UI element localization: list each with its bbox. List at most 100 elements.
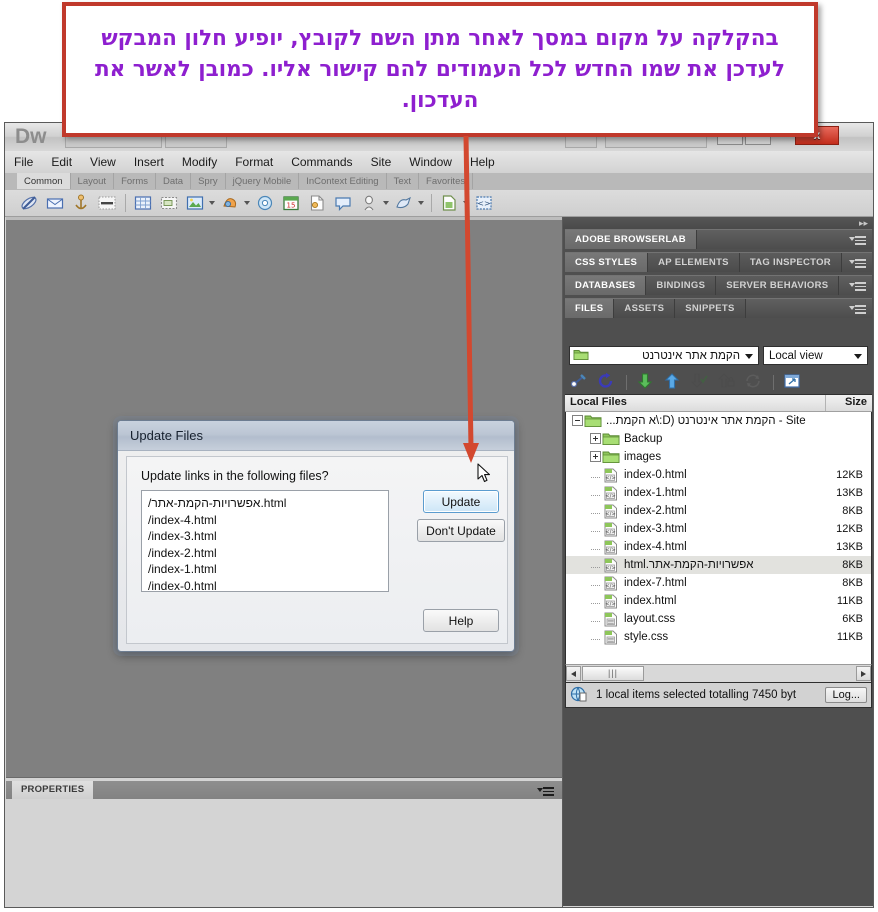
file-row[interactable]: </>index-4.html13KB — [566, 538, 871, 556]
check-out-icon[interactable] — [690, 372, 710, 392]
file-row[interactable]: </>אפשרויות-הקמת-אתר.html8KB — [566, 556, 871, 574]
chevron-down-icon[interactable] — [463, 201, 469, 205]
menu-item-file[interactable]: File — [5, 152, 42, 173]
insert-tab-data[interactable]: Data — [156, 173, 191, 189]
insert-tab-favorites[interactable]: Favorites — [419, 173, 473, 189]
table-icon[interactable] — [133, 193, 153, 213]
chevron-down-icon[interactable] — [244, 201, 250, 205]
menu-item-edit[interactable]: Edit — [42, 152, 81, 173]
named-anchor-icon[interactable] — [71, 193, 91, 213]
horizontal-rule-icon[interactable] — [97, 193, 117, 213]
log-button[interactable]: Log... — [825, 687, 867, 703]
dialog-file-item[interactable]: /index-2.html — [148, 545, 388, 562]
tab-files[interactable]: FILES — [565, 299, 614, 318]
menu-item-modify[interactable]: Modify — [173, 152, 226, 173]
column-divider[interactable] — [825, 395, 826, 411]
chevron-down-icon[interactable] — [383, 201, 389, 205]
tab-adobe-browserlab[interactable]: ADOBE BROWSERLAB — [565, 230, 697, 249]
tab-server-behaviors[interactable]: SERVER BEHAVIORS — [716, 276, 839, 295]
tab-css-styles[interactable]: CSS STYLES — [565, 253, 648, 272]
hyperlink-icon[interactable] — [19, 193, 39, 213]
file-row[interactable]: images — [566, 448, 871, 466]
email-link-icon[interactable] — [45, 193, 65, 213]
file-row[interactable]: </>index-7.html8KB — [566, 574, 871, 592]
dialog-file-item[interactable]: /index-1.html — [148, 561, 388, 578]
menu-item-commands[interactable]: Commands — [282, 152, 361, 173]
file-row[interactable]: </>index.html11KB — [566, 592, 871, 610]
menu-item-insert[interactable]: Insert — [125, 152, 173, 173]
update-button[interactable]: Update — [423, 490, 499, 513]
head-tag-icon[interactable] — [359, 193, 379, 213]
twisty-plus-icon[interactable] — [588, 451, 602, 463]
file-row[interactable]: </>index-3.html12KB — [566, 520, 871, 538]
templates-icon[interactable] — [439, 193, 459, 213]
date-icon[interactable]: 15 — [281, 193, 301, 213]
panel-options-icon[interactable] — [849, 257, 867, 268]
expand-collapse-icon[interactable] — [783, 372, 803, 392]
synchronize-icon[interactable] — [744, 372, 764, 392]
panel-options-icon[interactable] — [849, 280, 867, 291]
twisty-minus-icon[interactable] — [570, 415, 584, 427]
menu-item-help[interactable]: Help — [461, 152, 504, 173]
expand-panels-icon[interactable]: ▸▸ — [859, 219, 868, 227]
dont-update-button[interactable]: Don't Update — [417, 519, 505, 542]
tab-snippets[interactable]: SNIPPETS — [675, 299, 745, 318]
chevron-down-icon[interactable] — [418, 201, 424, 205]
site-select[interactable]: הקמת אתר אינטרנט — [569, 346, 759, 365]
menu-item-window[interactable]: Window — [400, 152, 461, 173]
panel-options-icon[interactable] — [849, 234, 867, 245]
tab-bindings[interactable]: BINDINGS — [646, 276, 716, 295]
get-files-icon[interactable] — [636, 372, 656, 392]
menu-item-view[interactable]: View — [81, 152, 125, 173]
server-side-include-icon[interactable] — [307, 193, 327, 213]
panel-options-icon[interactable] — [849, 303, 867, 314]
file-row[interactable]: </>index-0.html12KB — [566, 466, 871, 484]
insert-tab-jquery-mobile[interactable]: jQuery Mobile — [226, 173, 300, 189]
tab-databases[interactable]: DATABASES — [565, 276, 646, 295]
panel-options-icon[interactable] — [538, 785, 556, 796]
file-row[interactable]: style.css11KB — [566, 628, 871, 646]
insert-tab-common[interactable]: Common — [17, 173, 71, 189]
widget-icon[interactable] — [255, 193, 275, 213]
dialog-file-item[interactable]: /index-4.html — [148, 512, 388, 529]
insert-div-tag-icon[interactable] — [159, 193, 179, 213]
dialog-file-list[interactable]: /אפשרויות-הקמת-אתר.html/index-4.html/ind… — [141, 490, 389, 592]
scroll-right-icon[interactable] — [856, 666, 871, 681]
file-row[interactable]: Backup — [566, 430, 871, 448]
scroll-left-icon[interactable] — [566, 666, 581, 681]
file-list-hscrollbar[interactable]: ||| — [565, 664, 872, 683]
media-icon[interactable] — [220, 193, 240, 213]
refresh-icon[interactable] — [597, 372, 617, 392]
menu-item-site[interactable]: Site — [362, 152, 401, 173]
dialog-file-item[interactable]: /index-3.html — [148, 528, 388, 545]
tab-assets[interactable]: ASSETS — [614, 299, 675, 318]
scroll-thumb[interactable]: ||| — [582, 666, 644, 681]
file-row[interactable]: Site - הקמת אתר אינטרנט (D:\א הקמת... — [566, 412, 871, 430]
check-in-icon[interactable] — [717, 372, 737, 392]
column-header-local-files[interactable]: Local Files — [570, 396, 627, 408]
put-files-icon[interactable] — [663, 372, 683, 392]
file-row[interactable]: </>index-1.html13KB — [566, 484, 871, 502]
column-header-size[interactable]: Size — [845, 396, 867, 408]
connect-to-remote-host-icon[interactable] — [570, 372, 590, 392]
properties-tab[interactable]: PROPERTIES — [12, 781, 93, 799]
tag-chooser-icon[interactable]: <> — [474, 193, 494, 213]
insert-image-icon[interactable] — [185, 193, 205, 213]
view-select[interactable]: Local view — [763, 346, 868, 365]
insert-tab-incontext-editing[interactable]: InContext Editing — [299, 173, 386, 189]
file-row[interactable]: </>index-2.html8KB — [566, 502, 871, 520]
tab-tag-inspector[interactable]: TAG INSPECTOR — [740, 253, 842, 272]
help-button[interactable]: Help — [423, 609, 499, 632]
menu-item-format[interactable]: Format — [226, 152, 282, 173]
twisty-plus-icon[interactable] — [588, 433, 602, 445]
tab-ap-elements[interactable]: AP ELEMENTS — [648, 253, 740, 272]
file-row[interactable]: layout.css6KB — [566, 610, 871, 628]
dialog-file-item[interactable]: /index-0.html — [148, 578, 388, 593]
dialog-file-item[interactable]: /אפשרויות-הקמת-אתר.html — [148, 495, 388, 512]
insert-tab-layout[interactable]: Layout — [71, 173, 115, 189]
script-icon[interactable] — [394, 193, 414, 213]
insert-tab-spry[interactable]: Spry — [191, 173, 226, 189]
chevron-down-icon[interactable] — [209, 201, 215, 205]
insert-tab-forms[interactable]: Forms — [114, 173, 156, 189]
insert-tab-text[interactable]: Text — [387, 173, 419, 189]
